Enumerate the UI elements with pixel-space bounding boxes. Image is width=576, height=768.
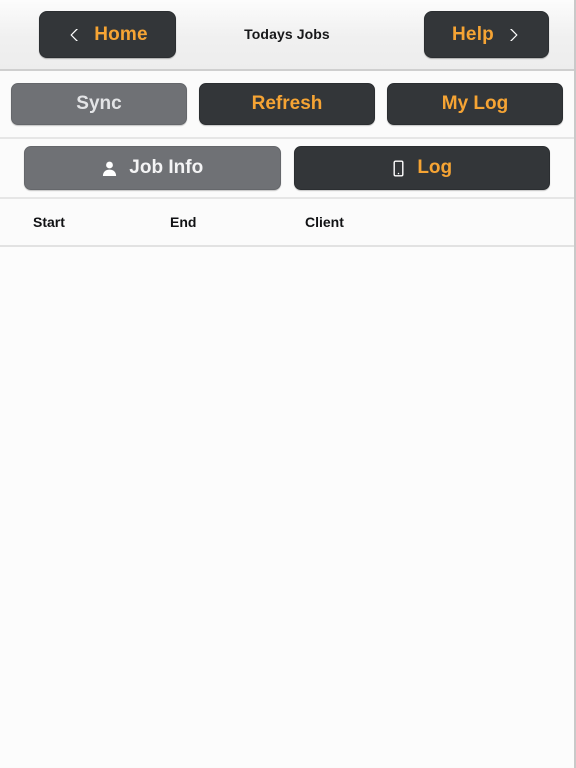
sync-button[interactable]: Sync [11, 83, 187, 125]
help-button-label: Help [452, 23, 494, 45]
tab-job-info[interactable]: Job Info [24, 146, 281, 190]
home-button[interactable]: Home [39, 11, 176, 58]
home-button-label: Home [94, 23, 148, 45]
tab-job-info-label: Job Info [129, 157, 204, 178]
tablet-icon [391, 160, 406, 177]
refresh-button-label: Refresh [251, 93, 323, 114]
column-header-start: Start [33, 214, 65, 230]
help-button[interactable]: Help [424, 11, 549, 58]
my-log-button-label: My Log [441, 93, 509, 114]
user-icon [101, 160, 118, 177]
app-header: Home Todays Jobs Help [0, 0, 574, 71]
refresh-button[interactable]: Refresh [199, 83, 375, 125]
action-button-row: Sync Refresh My Log [0, 71, 574, 139]
page-title-text: Todays Jobs [244, 25, 330, 42]
jobs-table-body [0, 247, 574, 767]
tab-row: Job Info Log [0, 139, 574, 199]
tab-log[interactable]: Log [293, 146, 550, 190]
chevron-left-icon [67, 27, 83, 43]
column-header-client: Client [305, 214, 344, 230]
tab-log-label: Log [417, 157, 453, 178]
column-header-end: End [170, 214, 197, 230]
app-screen: Home Todays Jobs Help Sync Refresh My Lo… [0, 0, 576, 768]
jobs-table-header: Start End Client [0, 199, 574, 247]
my-log-button[interactable]: My Log [387, 83, 563, 125]
sync-button-label: Sync [76, 93, 122, 114]
chevron-right-icon [505, 27, 521, 43]
